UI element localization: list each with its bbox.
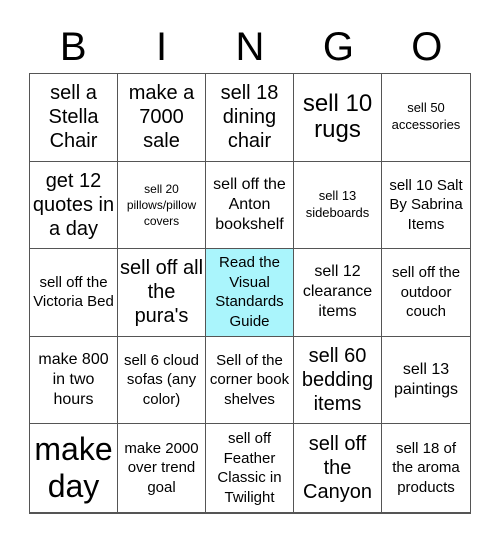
bingo-cell[interactable]: sell 50 accessories xyxy=(382,74,470,162)
bingo-board: sell a Stella Chair make a 7000 sale sel… xyxy=(29,73,471,514)
bingo-cell[interactable]: sell 12 clearance items xyxy=(294,249,382,337)
bingo-cell[interactable]: sell 18 dining chair xyxy=(206,74,294,162)
bingo-cell[interactable]: sell 13 sideboards xyxy=(294,161,382,250)
header-letter-n: N xyxy=(235,25,265,69)
bingo-cell[interactable]: sell 10 rugs xyxy=(294,74,382,162)
bingo-cell[interactable]: make a 7000 sale xyxy=(118,74,206,162)
bingo-cell[interactable]: sell 60 bedding items xyxy=(294,336,382,425)
header-letter-g: G xyxy=(322,25,354,69)
bingo-cell[interactable]: get 12 quotes in a day xyxy=(30,161,118,250)
bingo-cell[interactable]: sell off the Victoria Bed xyxy=(30,249,118,337)
bingo-cell[interactable]: sell 20 pillows/pillow covers xyxy=(118,161,206,250)
bingo-cell[interactable]: sell off the Canyon xyxy=(294,424,382,512)
header-letter-i: I xyxy=(156,25,168,69)
bingo-header: B I N G O xyxy=(29,22,471,72)
bingo-cell[interactable]: make 800 in two hours xyxy=(30,336,118,425)
bingo-cell[interactable]: sell 18 of the aroma products xyxy=(382,424,470,512)
bingo-cell[interactable]: sell 6 cloud sofas (any color) xyxy=(118,336,206,425)
free-space-cell[interactable]: Read the Visual Standards Guide xyxy=(206,249,294,337)
bingo-cell[interactable]: sell off the Anton bookshelf xyxy=(206,161,294,250)
bingo-cell[interactable]: sell a Stella Chair xyxy=(30,74,118,162)
bingo-cell[interactable]: make day xyxy=(30,424,118,512)
bingo-cell[interactable]: sell off all the pura's xyxy=(118,249,206,337)
header-letter-o: O xyxy=(411,25,443,69)
header-letter-b: B xyxy=(59,25,87,69)
bingo-cell[interactable]: sell off the outdoor couch xyxy=(382,249,470,337)
bingo-cell[interactable]: sell 10 Salt By Sabrina Items xyxy=(382,161,470,250)
bingo-cell[interactable]: sell off Feather Classic in Twilight xyxy=(206,424,294,512)
bingo-cell[interactable]: sell 13 paintings xyxy=(382,336,470,425)
bingo-cell[interactable]: make 2000 over trend goal xyxy=(118,424,206,512)
bingo-cell[interactable]: Sell of the corner book shelves xyxy=(206,336,294,425)
